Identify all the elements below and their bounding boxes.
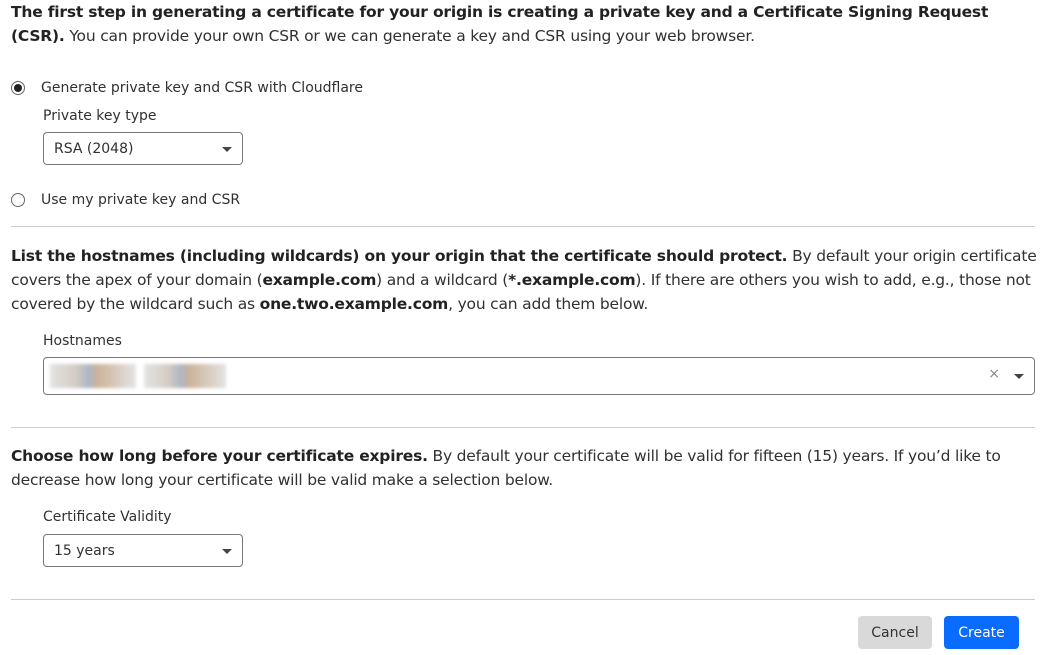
caret-down-icon [222,549,232,554]
validity-text: Choose how long before your certificate … [11,447,1001,489]
key-type-select[interactable]: RSA (2048) [43,132,243,165]
radio-generate[interactable]: Generate private key and CSR with Cloudf… [11,80,363,96]
radio-label: Generate private key and CSR with Cloudf… [41,80,363,96]
hostname-chip[interactable] [144,364,226,388]
cancel-button[interactable]: Cancel [858,616,932,649]
divider [11,226,1035,227]
validity-label: Certificate Validity [43,509,172,525]
select-value: 15 years [54,542,115,559]
radio-label: Use my private key and CSR [41,192,241,208]
select-value: RSA (2048) [54,140,134,157]
radio-unchecked-icon[interactable] [11,193,25,207]
divider [11,427,1035,428]
divider [11,599,1035,600]
hostname-chip[interactable] [50,364,136,388]
radio-checked-icon[interactable] [11,81,25,95]
caret-down-icon [222,147,232,152]
key-type-label: Private key type [43,108,157,124]
caret-down-icon[interactable] [1014,374,1024,379]
intro-text: The first step in generating a certifica… [11,3,989,45]
radio-own[interactable]: Use my private key and CSR [11,192,240,208]
create-button[interactable]: Create [944,616,1019,649]
hostnames-text: List the hostnames (including wildcards)… [11,247,1037,313]
validity-select[interactable]: 15 years [43,534,243,567]
hostnames-input[interactable]: × [43,357,1035,395]
clear-icon[interactable]: × [988,366,1000,382]
hostnames-label: Hostnames [43,333,122,349]
